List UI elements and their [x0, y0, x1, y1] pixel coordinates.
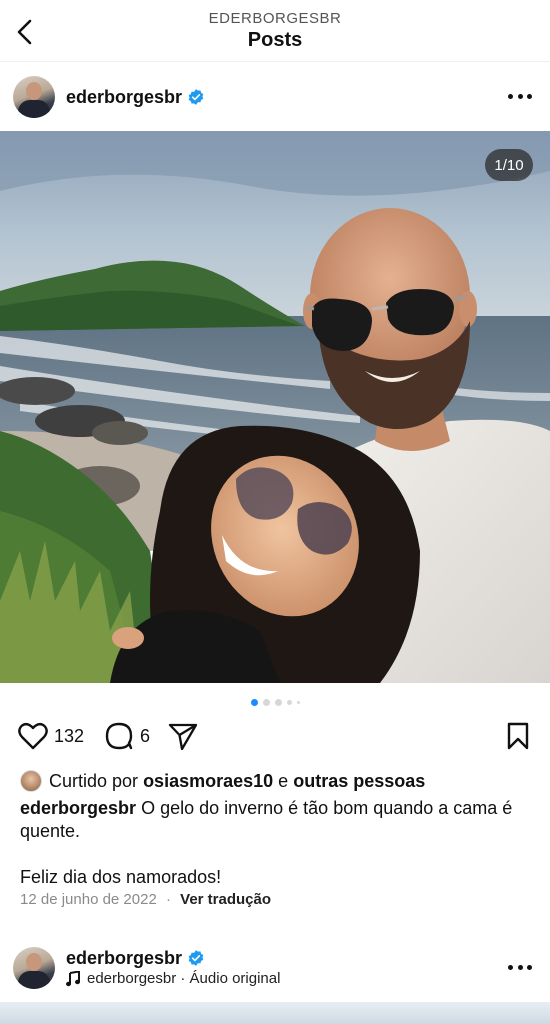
- comment-bubble-icon: [105, 722, 133, 750]
- avatar[interactable]: [13, 947, 55, 989]
- more-options-button[interactable]: [508, 959, 532, 975]
- header-titles: EDERBORGESBR Posts: [0, 10, 550, 52]
- post-action-bar: 132 6: [0, 718, 550, 756]
- post-header: ederborgesbr: [0, 64, 550, 130]
- save-button[interactable]: [506, 722, 530, 755]
- liked-by-others[interactable]: outras pessoas: [293, 771, 425, 792]
- share-button[interactable]: [168, 722, 198, 750]
- caption-line-2: Feliz dia dos namorados!: [20, 867, 222, 887]
- avatar[interactable]: [13, 76, 55, 118]
- caption-username[interactable]: ederborgesbr: [20, 798, 136, 818]
- post-meta: 12 de junho de 2022 · Ver tradução: [20, 891, 271, 908]
- liked-by-avatar: [20, 770, 42, 792]
- post-date: 12 de junho de 2022: [20, 891, 157, 908]
- see-translation-link[interactable]: Ver tradução: [180, 891, 271, 908]
- post-detail-screen: EDERBORGESBR Posts ederborgesbr 1/10 132…: [0, 0, 550, 1024]
- bookmark-icon: [507, 722, 529, 750]
- meta-separator: ·: [165, 891, 171, 908]
- carousel-dot-active: [250, 699, 258, 706]
- liked-by-row[interactable]: Curtido por osiasmoraes10 e outras pesso…: [20, 769, 425, 793]
- verified-badge-icon: [188, 89, 204, 105]
- post-username[interactable]: ederborgesbr: [66, 87, 182, 108]
- more-horizontal-icon: [508, 964, 513, 970]
- next-post-photo[interactable]: [0, 1002, 550, 1024]
- audio-text: ederborgesbr · Áudio original: [87, 970, 281, 987]
- likes-count: 132: [54, 725, 85, 746]
- photo-counter-badge: 1/10: [485, 149, 533, 181]
- post-caption: ederborgesbr O gelo do inverno é tão bom…: [20, 797, 534, 889]
- carousel-dot: [286, 700, 292, 705]
- comments-count: 6: [140, 725, 151, 746]
- verified-badge-icon: [188, 950, 204, 966]
- audio-link[interactable]: ederborgesbr · Áudio original: [66, 970, 280, 987]
- carousel-dot: [262, 699, 270, 706]
- heart-icon: [18, 722, 48, 750]
- carousel-indicator: [0, 699, 550, 706]
- beach-selfie-photo: [0, 131, 550, 683]
- header-subtitle: EDERBORGESBR: [208, 10, 342, 27]
- carousel-dot: [296, 701, 300, 704]
- top-navigation-bar: EDERBORGESBR Posts: [0, 0, 550, 62]
- liked-by-prefix: Curtido por: [49, 770, 139, 791]
- page-title: Posts: [247, 29, 303, 51]
- liked-by-join: e: [278, 770, 289, 791]
- comment-button[interactable]: 6: [104, 722, 150, 750]
- more-options-button[interactable]: [508, 88, 532, 104]
- carousel-dot: [274, 699, 282, 706]
- paper-plane-icon: [168, 723, 198, 750]
- music-note-icon: [66, 970, 80, 986]
- post-photo[interactable]: 1/10: [0, 131, 550, 683]
- like-button[interactable]: 132: [18, 722, 84, 750]
- more-horizontal-icon: [508, 93, 513, 99]
- next-post-header: ederborgesbr ederborgesbr · Áudio origin…: [0, 937, 550, 1003]
- next-post-username[interactable]: ederborgesbr: [66, 948, 182, 969]
- liked-by-user[interactable]: osiasmoraes10: [143, 771, 273, 792]
